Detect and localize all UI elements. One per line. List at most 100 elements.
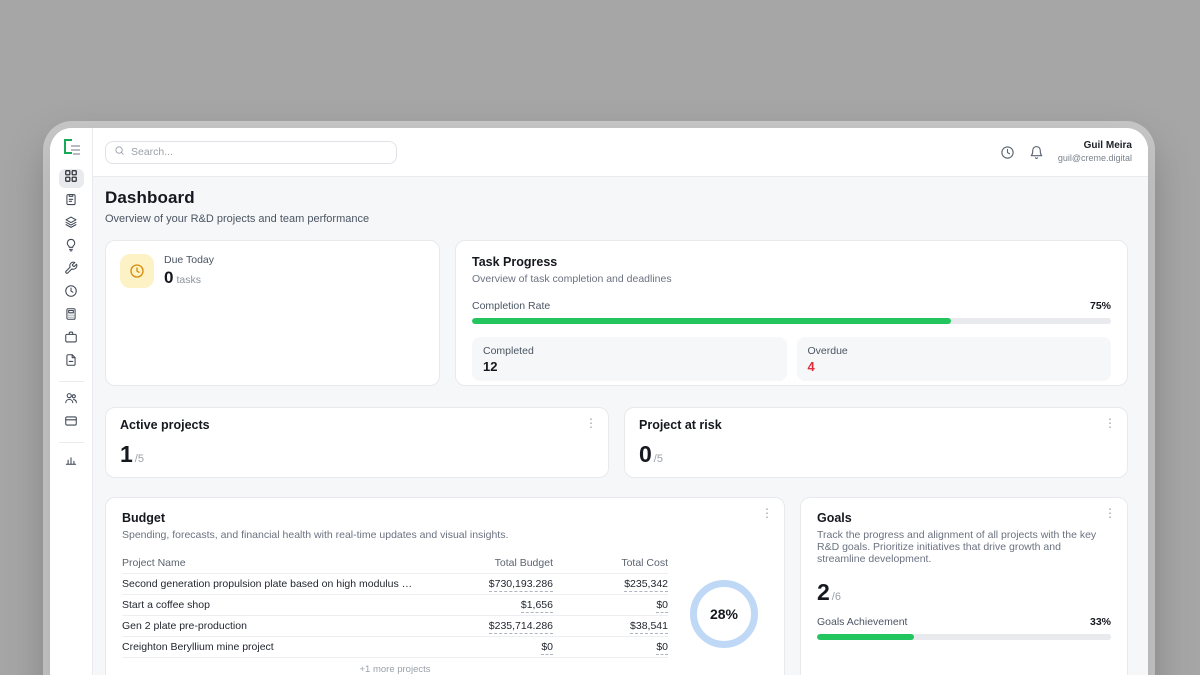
- user-email: guil@creme.digital: [1058, 153, 1132, 164]
- table-row[interactable]: Creighton Beryllium mine project $0 $0: [122, 637, 668, 658]
- completion-rate-value: 75%: [1090, 300, 1111, 312]
- sidebar-item-analytics[interactable]: [59, 452, 84, 471]
- due-today-unit: tasks: [176, 274, 201, 286]
- table-row[interactable]: Start a coffee shop $1,656 $0: [122, 595, 668, 616]
- sidebar-item-billing[interactable]: [59, 414, 84, 433]
- project-at-risk-value: 0: [639, 441, 652, 467]
- active-projects-total: /5: [135, 453, 144, 465]
- page-subtitle: Overview of your R&D projects and team p…: [105, 213, 1128, 225]
- total-budget-cell[interactable]: $730,193.286: [489, 578, 553, 592]
- briefcase-icon: [64, 330, 78, 349]
- logo-line: [71, 149, 80, 151]
- project-name-cell: Second generation propulsion plate based…: [122, 578, 423, 590]
- notifications-bell-icon[interactable]: [1029, 145, 1044, 160]
- column-total-budget: Total Budget: [423, 557, 553, 569]
- goals-subtitle: Track the progress and alignment of all …: [817, 529, 1111, 565]
- total-budget-cell[interactable]: $0: [541, 641, 553, 655]
- sidebar-nav: [59, 169, 84, 471]
- sidebar: V1.0: [50, 128, 93, 675]
- sidebar-divider: [59, 442, 84, 443]
- history-clock-icon[interactable]: [1000, 145, 1015, 160]
- logo-line: [71, 145, 80, 147]
- due-today-card: Due Today 0tasks: [105, 240, 440, 386]
- sidebar-item-tools[interactable]: [59, 261, 84, 280]
- project-name-cell: Gen 2 plate pre-production: [122, 620, 423, 632]
- total-cost-cell[interactable]: $38,541: [630, 620, 668, 634]
- table-row[interactable]: Second generation propulsion plate based…: [122, 574, 668, 595]
- budget-subtitle: Spending, forecasts, and financial healt…: [122, 529, 768, 541]
- kebab-menu-icon[interactable]: ⋮: [1104, 507, 1116, 519]
- goals-card: Goals ⋮ Track the progress and alignment…: [800, 497, 1128, 675]
- overdue-label: Overdue: [808, 345, 1101, 357]
- budget-table: Project Name Total Budget Total Cost Sec…: [122, 553, 668, 675]
- project-name-cell: Creighton Beryllium mine project: [122, 641, 423, 653]
- kebab-menu-icon[interactable]: ⋮: [761, 507, 773, 519]
- layers-icon: [64, 215, 78, 234]
- document-icon: [64, 353, 78, 372]
- project-at-risk-title: Project at risk: [639, 418, 1113, 432]
- more-projects-link[interactable]: +1 more projects: [122, 664, 668, 675]
- sidebar-item-dashboard[interactable]: [59, 169, 84, 188]
- kebab-menu-icon[interactable]: ⋮: [1104, 417, 1116, 429]
- lightbulb-icon: [64, 238, 78, 257]
- completed-stat-box: Completed 12: [472, 337, 787, 381]
- completion-progress-fill: [472, 318, 951, 324]
- users-icon: [64, 391, 78, 410]
- search-icon: [114, 143, 125, 161]
- total-budget-cell[interactable]: $1,656: [521, 599, 553, 613]
- sidebar-item-tasks[interactable]: [59, 192, 84, 211]
- due-today-value: 0: [164, 268, 173, 287]
- task-progress-title: Task Progress: [472, 255, 1111, 269]
- budget-donut-value: 28%: [710, 606, 738, 622]
- completion-progress-bar: [472, 318, 1111, 324]
- total-cost-cell[interactable]: $0: [656, 599, 668, 613]
- sidebar-item-documents[interactable]: [59, 353, 84, 372]
- credit-card-icon: [64, 414, 78, 433]
- due-today-clock-icon: [120, 254, 154, 288]
- total-budget-cell[interactable]: $235,714.286: [489, 620, 553, 634]
- calculator-icon: [64, 307, 78, 326]
- app-window: V1.0 Guil Meira guil@creme.digital Dashb…: [50, 128, 1148, 675]
- sidebar-item-layers[interactable]: [59, 215, 84, 234]
- completion-rate-label: Completion Rate: [472, 300, 550, 312]
- search-box[interactable]: [105, 141, 397, 164]
- goals-progress-fill: [817, 634, 914, 640]
- goals-value: 2: [817, 579, 830, 605]
- sidebar-item-time[interactable]: [59, 284, 84, 303]
- goals-achievement-label: Goals Achievement: [817, 616, 907, 628]
- sidebar-item-team[interactable]: [59, 391, 84, 410]
- bar-chart-icon: [64, 452, 78, 471]
- sidebar-item-calculator[interactable]: [59, 307, 84, 326]
- clipboard-icon: [64, 192, 78, 211]
- sidebar-divider: [59, 381, 84, 382]
- dashboard-grid-icon: [64, 169, 78, 188]
- search-input[interactable]: [131, 146, 388, 158]
- completed-label: Completed: [483, 345, 776, 357]
- total-cost-cell[interactable]: $235,342: [624, 578, 668, 592]
- page-title: Dashboard: [105, 188, 1128, 208]
- app-logo-icon[interactable]: [62, 139, 80, 157]
- column-project-name: Project Name: [122, 557, 423, 569]
- budget-table-header: Project Name Total Budget Total Cost: [122, 553, 668, 574]
- active-projects-value: 1: [120, 441, 133, 467]
- overdue-stat-box: Overdue 4: [797, 337, 1112, 381]
- sidebar-item-ideas[interactable]: [59, 238, 84, 257]
- task-progress-subtitle: Overview of task completion and deadline…: [472, 273, 1111, 285]
- total-cost-cell[interactable]: $0: [656, 641, 668, 655]
- project-name-cell: Start a coffee shop: [122, 599, 423, 611]
- column-total-cost: Total Cost: [553, 557, 668, 569]
- sidebar-item-projects[interactable]: [59, 330, 84, 349]
- user-menu[interactable]: Guil Meira guil@creme.digital: [1058, 140, 1132, 164]
- budget-title: Budget: [122, 511, 768, 525]
- overdue-value: 4: [808, 359, 1101, 374]
- user-name: Guil Meira: [1058, 140, 1132, 153]
- task-progress-card: Task Progress Overview of task completio…: [455, 240, 1128, 386]
- goals-title: Goals: [817, 511, 1111, 525]
- project-at-risk-total: /5: [654, 453, 663, 465]
- active-projects-card: Active projects ⋮ 1/5: [105, 407, 609, 478]
- goals-total: /6: [832, 591, 841, 603]
- goals-achievement-value: 33%: [1090, 616, 1111, 628]
- table-row[interactable]: Gen 2 plate pre-production $235,714.286 …: [122, 616, 668, 637]
- due-today-label: Due Today: [164, 254, 214, 266]
- kebab-menu-icon[interactable]: ⋮: [585, 417, 597, 429]
